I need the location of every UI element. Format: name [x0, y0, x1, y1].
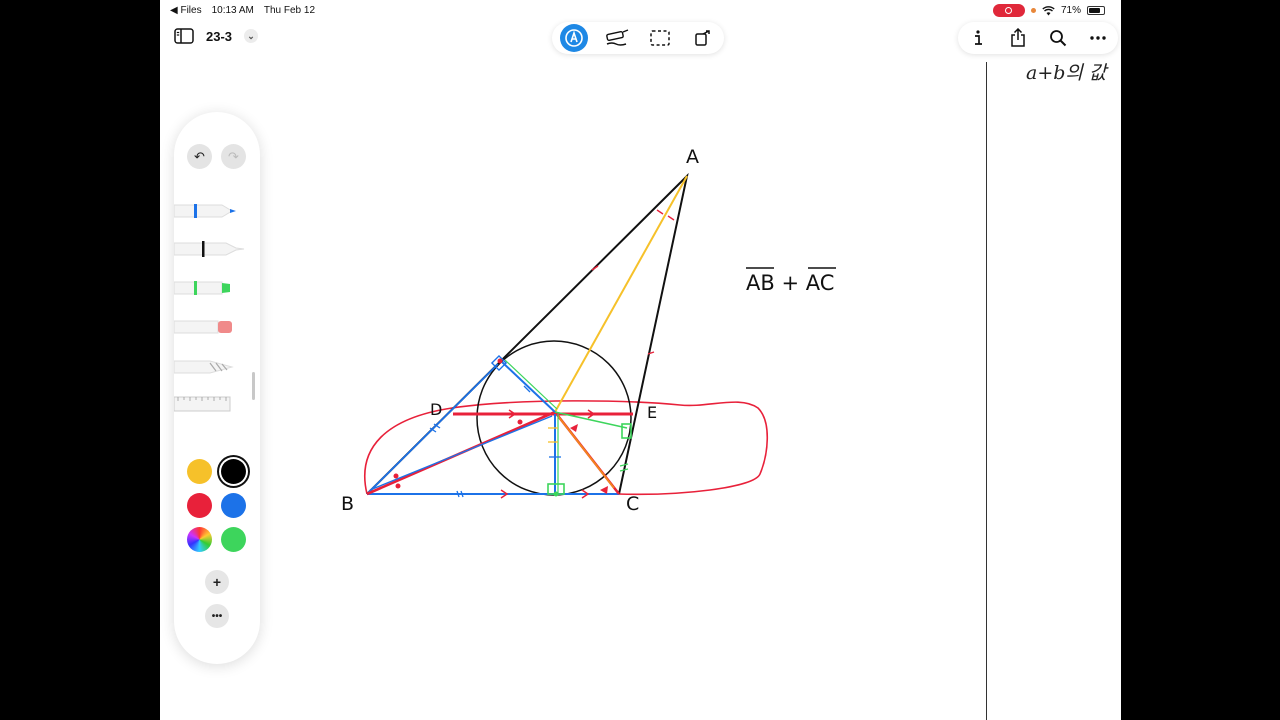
fineliner-tool[interactable]	[174, 238, 246, 260]
redo-icon[interactable]: ↷	[221, 144, 246, 169]
angle-dots	[393, 358, 523, 489]
ruler-tool[interactable]	[174, 394, 246, 416]
label-a: A	[686, 146, 699, 168]
marker-tool[interactable]	[174, 277, 246, 299]
angle-triangles	[570, 424, 608, 494]
color-green[interactable]	[221, 527, 246, 552]
drawing-canvas[interactable]: A B C D E AB + AC	[160, 0, 1121, 720]
undo-icon[interactable]: ↶	[187, 144, 212, 169]
tangent-point-bc	[553, 491, 559, 497]
label-c: C	[626, 493, 639, 515]
ipad-screen: ◀ Files 10:13 AM Thu Feb 12 71% 23-3 ⌄ a…	[160, 0, 1121, 720]
palette-scroll-indicator[interactable]	[252, 372, 255, 400]
equal-length-ticks	[591, 209, 675, 355]
color-picker-multicolor[interactable]	[187, 527, 212, 552]
palette-more-button[interactable]: •••	[205, 604, 229, 628]
yellow-bisector	[554, 175, 688, 413]
yellow-ticks	[548, 427, 558, 443]
color-red[interactable]	[187, 493, 212, 518]
pencil-tool[interactable]	[174, 356, 246, 378]
expression-ab-plus-ac: AB + AC	[746, 271, 834, 295]
label-e: E	[647, 403, 657, 422]
label-b: B	[341, 493, 354, 515]
pen-tool[interactable]	[174, 200, 246, 222]
add-tool-button[interactable]: +	[205, 570, 229, 594]
radius-to-ab	[501, 361, 556, 413]
segment-ic-orange	[557, 415, 615, 489]
color-blue[interactable]	[221, 493, 246, 518]
segment-bi-blue	[369, 415, 553, 491]
eraser-tool[interactable]	[174, 316, 246, 338]
label-d: D	[430, 400, 442, 419]
pen-palette: ↶ ↷ + •••	[174, 112, 260, 664]
color-yellow[interactable]	[187, 459, 212, 484]
color-black[interactable]	[221, 459, 246, 484]
